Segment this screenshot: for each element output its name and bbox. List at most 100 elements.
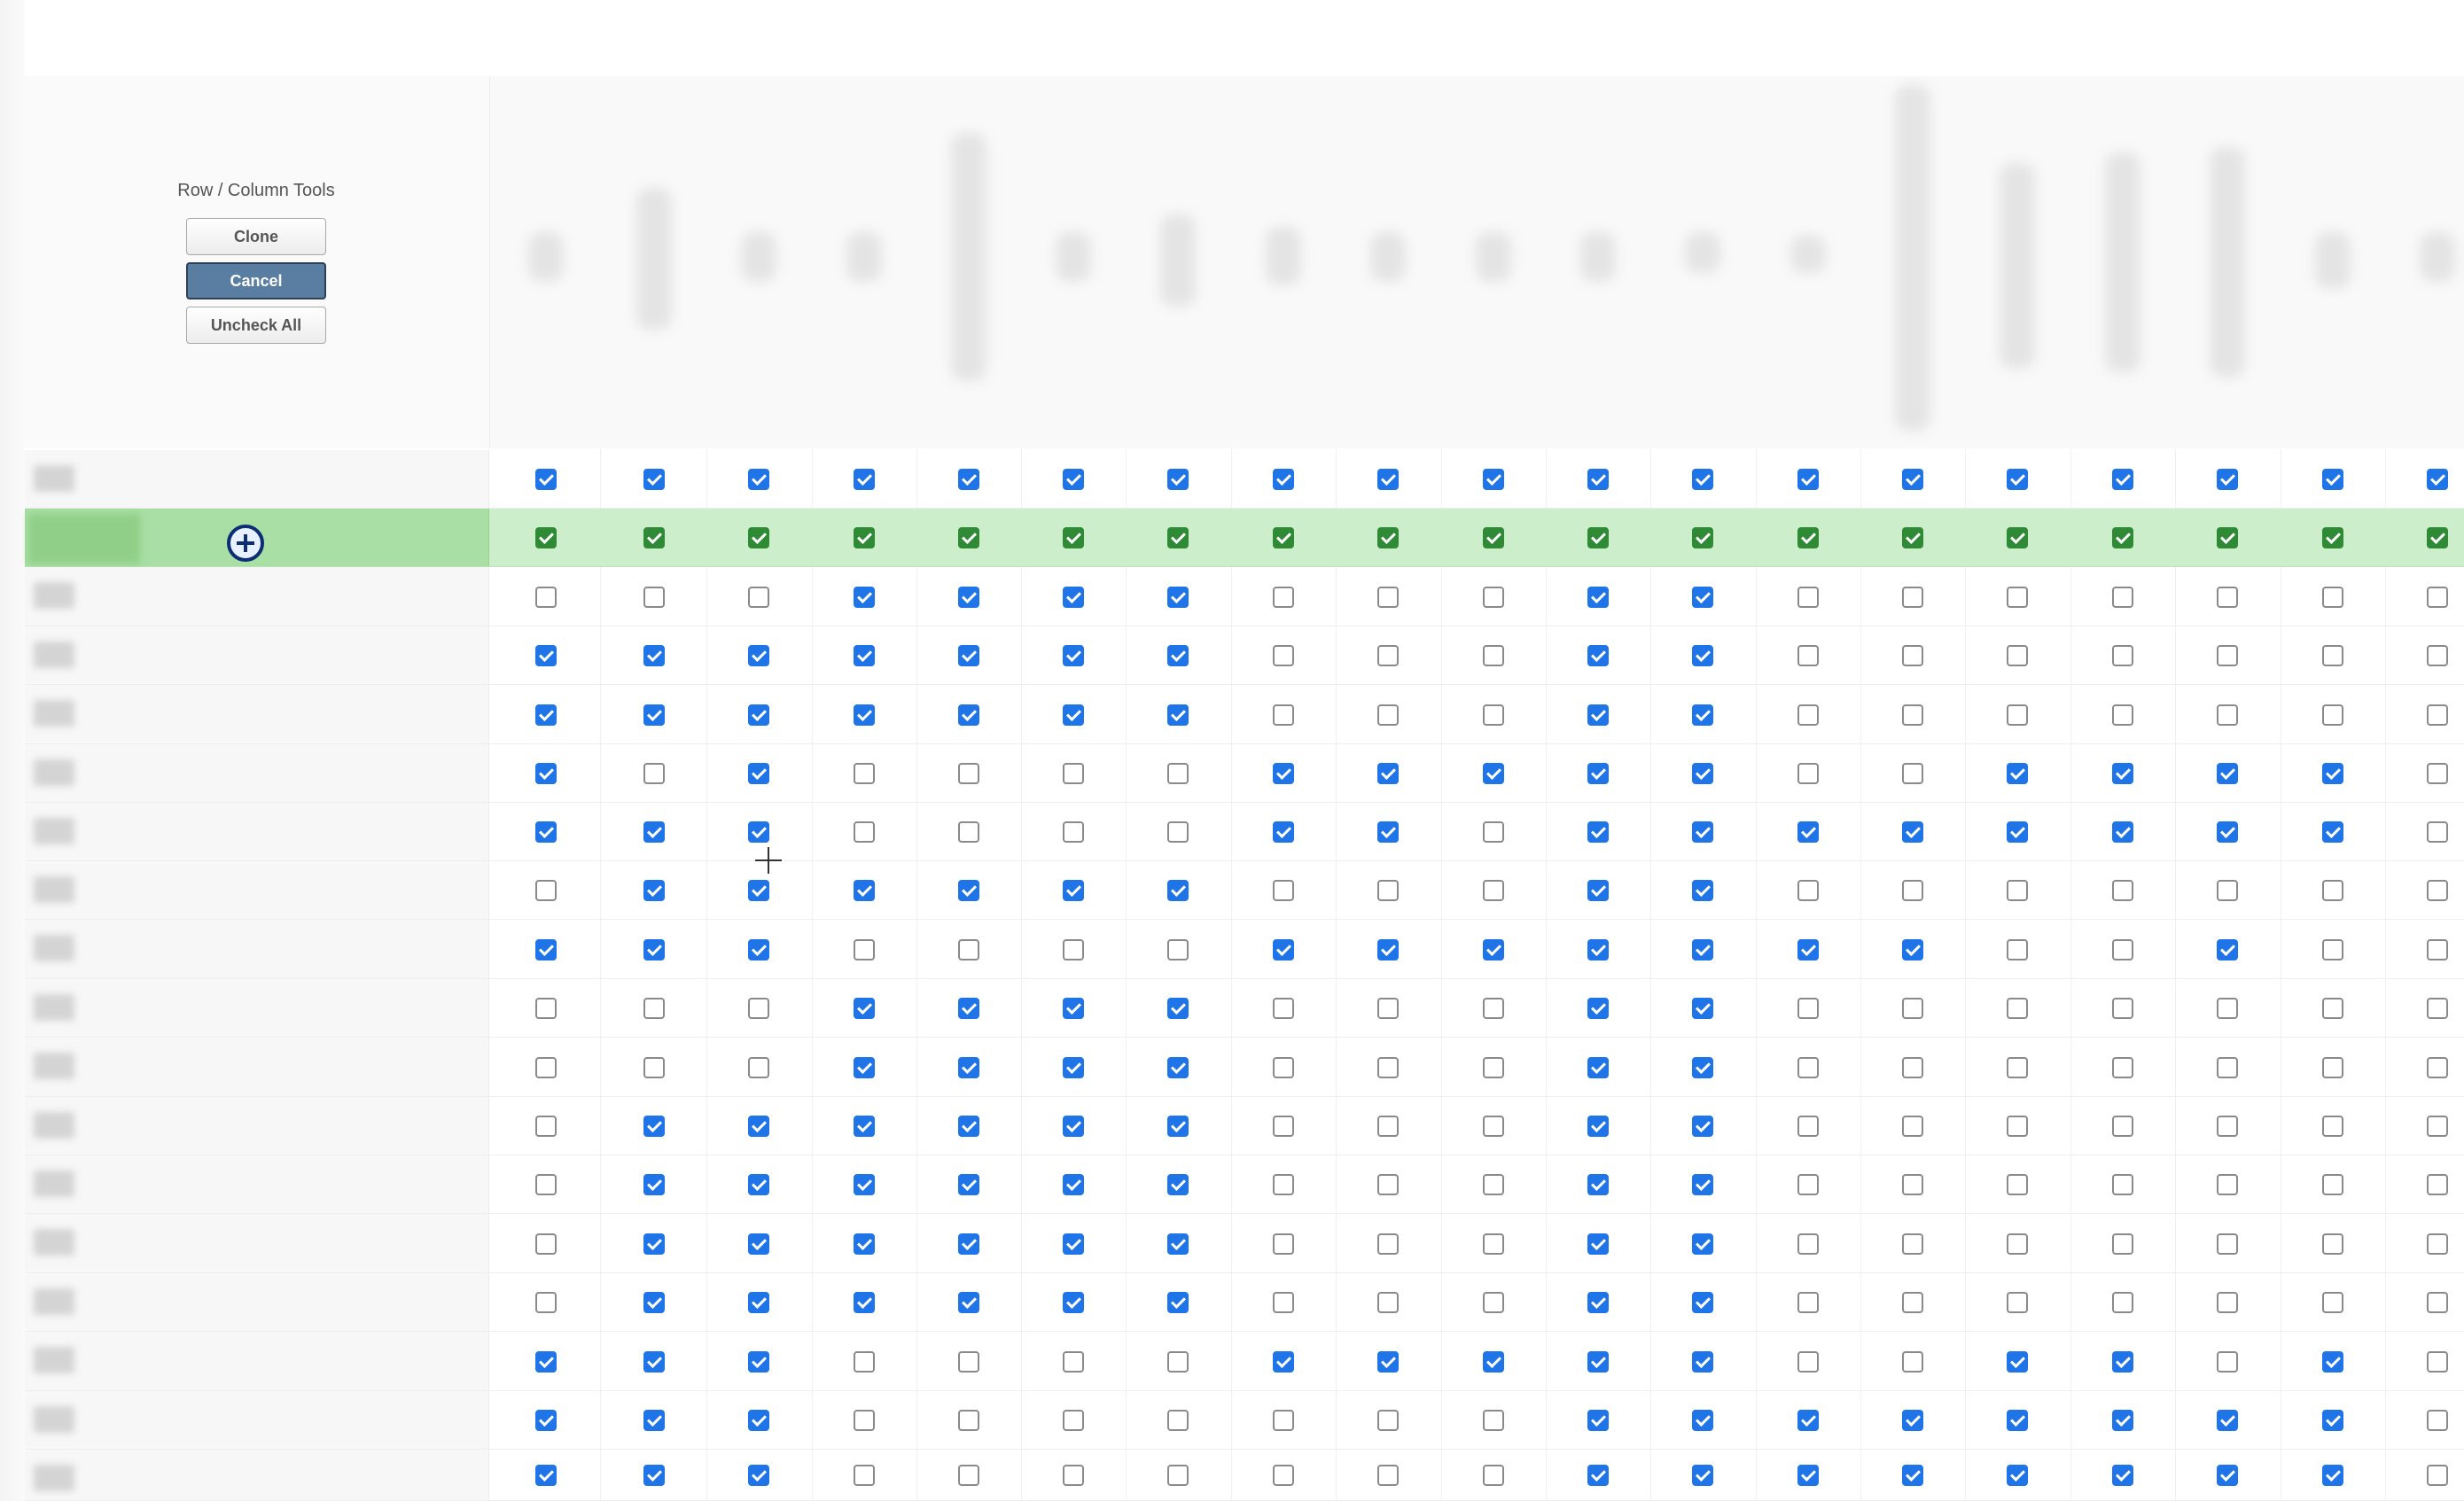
table-row[interactable] (25, 1038, 2464, 1097)
table-row[interactable] (25, 450, 2464, 509)
checkbox-unchecked[interactable] (535, 1233, 557, 1255)
checkbox-checked[interactable] (535, 527, 557, 548)
checkbox-unchecked[interactable] (1273, 645, 1294, 666)
checkbox-unchecked[interactable] (1902, 1351, 1923, 1373)
checkbox-unchecked[interactable] (535, 587, 557, 608)
checkbox-unchecked[interactable] (2217, 645, 2238, 666)
checkbox-checked[interactable] (2217, 469, 2238, 490)
checkbox-checked[interactable] (1063, 645, 1084, 666)
checkbox-checked[interactable] (854, 527, 875, 548)
checkbox-unchecked[interactable] (2112, 1174, 2133, 1195)
checkbox-checked[interactable] (2322, 763, 2343, 784)
checkbox-unchecked[interactable] (748, 587, 769, 608)
checkbox-checked[interactable] (2112, 527, 2133, 548)
checkbox-unchecked[interactable] (2322, 587, 2343, 608)
checkbox-checked[interactable] (1167, 1292, 1189, 1313)
checkbox-checked[interactable] (2007, 527, 2028, 548)
checkbox-checked[interactable] (643, 1174, 665, 1195)
checkbox-checked[interactable] (748, 704, 769, 726)
checkbox-checked[interactable] (958, 527, 979, 548)
checkbox-checked[interactable] (2007, 763, 2028, 784)
checkbox-checked[interactable] (643, 704, 665, 726)
checkbox-unchecked[interactable] (2217, 704, 2238, 726)
checkbox-checked[interactable] (2322, 1465, 2343, 1486)
checkbox-unchecked[interactable] (643, 1057, 665, 1078)
checkbox-checked[interactable] (1692, 704, 1713, 726)
checkbox-unchecked[interactable] (1273, 1410, 1294, 1431)
table-row[interactable] (25, 979, 2464, 1038)
table-row[interactable] (25, 567, 2464, 626)
checkbox-checked[interactable] (2007, 821, 2028, 843)
add-circle-icon[interactable] (227, 525, 264, 562)
checkbox-unchecked[interactable] (2007, 1174, 2028, 1195)
checkbox-checked[interactable] (1692, 998, 1713, 1019)
row-name-cell[interactable] (25, 803, 489, 860)
checkbox-checked[interactable] (748, 939, 769, 960)
checkbox-unchecked[interactable] (1377, 1057, 1399, 1078)
checkbox-unchecked[interactable] (1167, 821, 1189, 843)
uncheck-all-button[interactable]: Uncheck All (186, 307, 326, 344)
checkbox-checked[interactable] (1587, 527, 1609, 548)
checkbox-unchecked[interactable] (2427, 880, 2448, 901)
checkbox-unchecked[interactable] (2007, 1116, 2028, 1137)
checkbox-checked[interactable] (1797, 939, 1819, 960)
checkbox-unchecked[interactable] (2322, 645, 2343, 666)
column-header-18[interactable] (2315, 232, 2351, 289)
checkbox-checked[interactable] (1167, 1116, 1189, 1137)
checkbox-checked[interactable] (748, 1465, 769, 1486)
checkbox-unchecked[interactable] (2112, 880, 2133, 901)
checkbox-unchecked[interactable] (2427, 821, 2448, 843)
checkbox-unchecked[interactable] (1797, 704, 1819, 726)
checkbox-checked[interactable] (1063, 1057, 1084, 1078)
row-name-cell[interactable] (25, 567, 489, 626)
checkbox-checked[interactable] (1902, 1465, 1923, 1486)
checkbox-unchecked[interactable] (2427, 763, 2448, 784)
checkbox-checked[interactable] (2217, 821, 2238, 843)
checkbox-checked[interactable] (958, 704, 979, 726)
checkbox-unchecked[interactable] (1483, 1233, 1504, 1255)
table-row[interactable] (25, 685, 2464, 744)
checkbox-unchecked[interactable] (748, 1057, 769, 1078)
checkbox-checked[interactable] (748, 763, 769, 784)
checkbox-checked[interactable] (1587, 587, 1609, 608)
checkbox-checked[interactable] (958, 1116, 979, 1137)
checkbox-checked[interactable] (1063, 1292, 1084, 1313)
checkbox-unchecked[interactable] (2427, 1410, 2448, 1431)
column-header-15[interactable] (2000, 163, 2035, 369)
checkbox-unchecked[interactable] (2427, 1174, 2448, 1195)
row-name-cell[interactable] (25, 450, 489, 508)
checkbox-unchecked[interactable] (1063, 1465, 1084, 1486)
checkbox-checked[interactable] (535, 645, 557, 666)
checkbox-unchecked[interactable] (1483, 704, 1504, 726)
table-row[interactable] (25, 920, 2464, 979)
checkbox-checked[interactable] (2007, 1351, 2028, 1373)
checkbox-unchecked[interactable] (1902, 645, 1923, 666)
checkbox-checked[interactable] (1377, 469, 1399, 490)
column-header-8[interactable] (1266, 227, 1301, 285)
table-row[interactable] (25, 1214, 2464, 1273)
checkbox-unchecked[interactable] (1483, 1410, 1504, 1431)
checkbox-unchecked[interactable] (1797, 1174, 1819, 1195)
checkbox-checked[interactable] (1797, 469, 1819, 490)
column-header-12[interactable] (1685, 232, 1720, 273)
checkbox-unchecked[interactable] (2112, 1292, 2133, 1313)
selected-table-row[interactable] (25, 509, 2464, 567)
checkbox-unchecked[interactable] (1377, 1465, 1399, 1486)
checkbox-unchecked[interactable] (1483, 1116, 1504, 1137)
checkbox-checked[interactable] (1167, 880, 1189, 901)
checkbox-unchecked[interactable] (1797, 1116, 1819, 1137)
checkbox-unchecked[interactable] (854, 1351, 875, 1373)
checkbox-unchecked[interactable] (1063, 821, 1084, 843)
checkbox-checked[interactable] (2112, 763, 2133, 784)
checkbox-unchecked[interactable] (854, 1465, 875, 1486)
checkbox-unchecked[interactable] (2007, 587, 2028, 608)
checkbox-unchecked[interactable] (2007, 1233, 2028, 1255)
checkbox-checked[interactable] (854, 587, 875, 608)
checkbox-checked[interactable] (854, 880, 875, 901)
checkbox-unchecked[interactable] (958, 1351, 979, 1373)
checkbox-unchecked[interactable] (1902, 763, 1923, 784)
checkbox-unchecked[interactable] (2322, 1233, 2343, 1255)
row-name-cell[interactable] (25, 1273, 489, 1331)
checkbox-checked[interactable] (535, 763, 557, 784)
checkbox-unchecked[interactable] (1377, 1233, 1399, 1255)
